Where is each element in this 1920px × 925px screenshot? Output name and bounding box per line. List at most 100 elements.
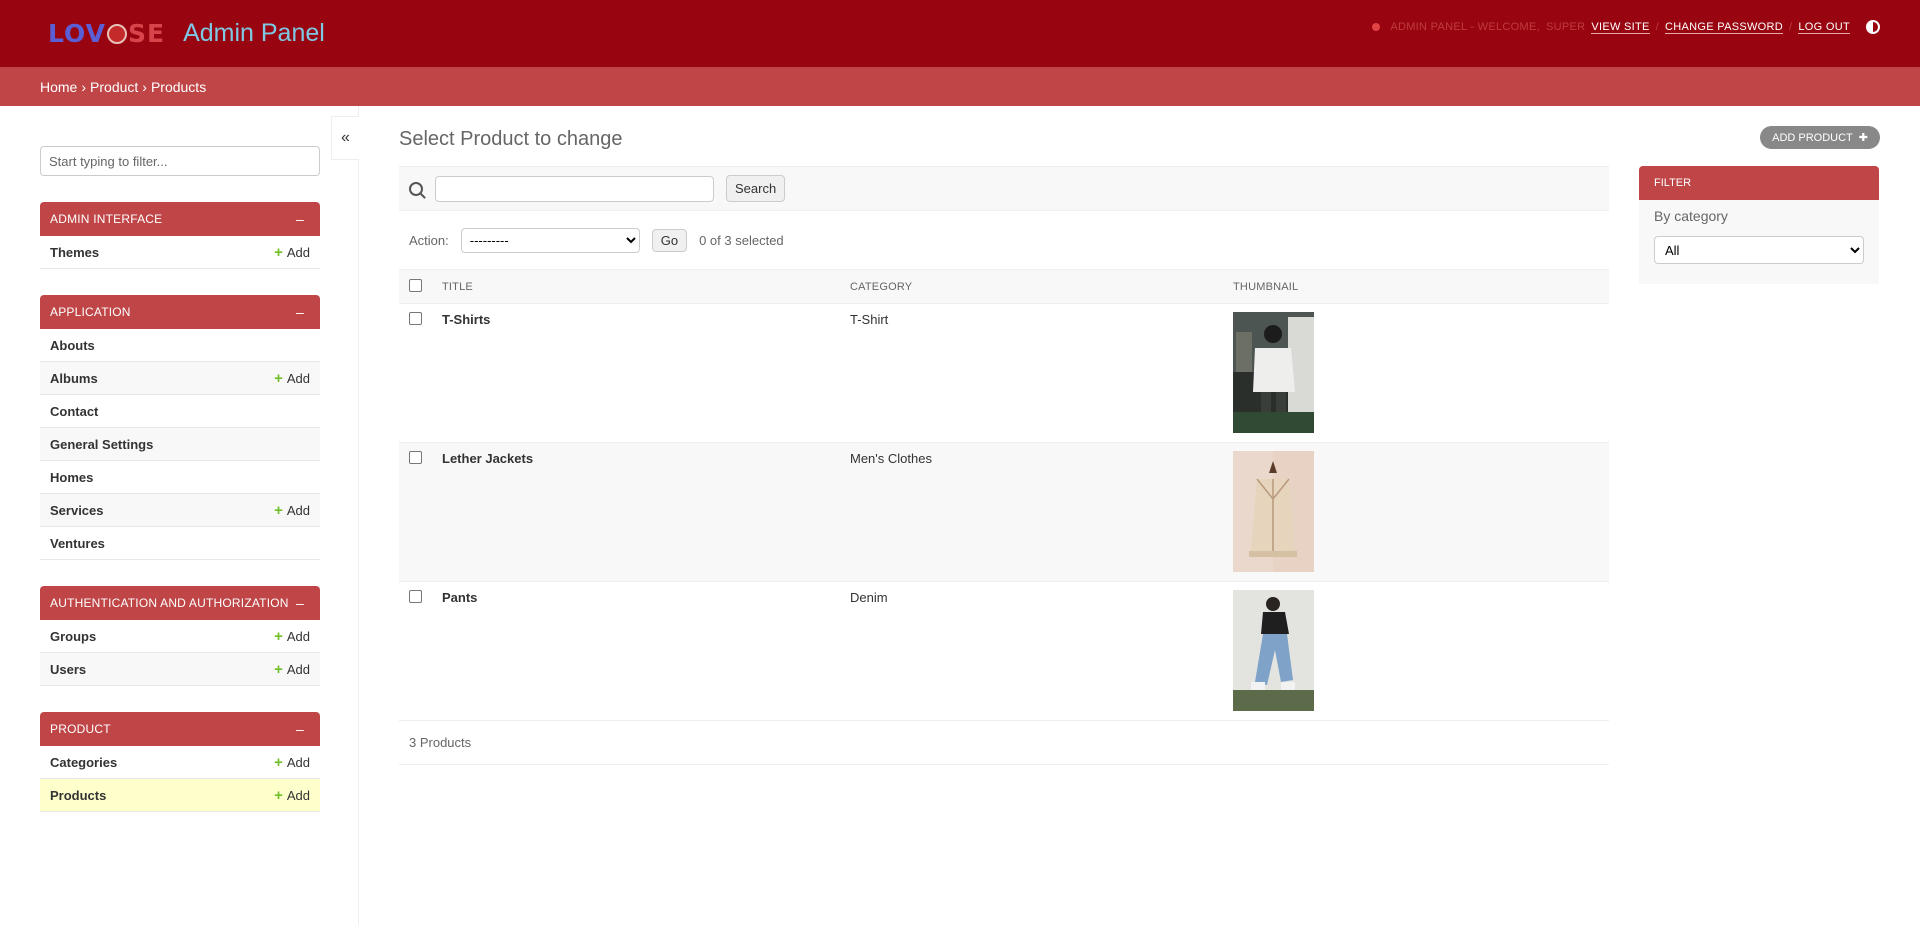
app-caption[interactable]: ADMIN INTERFACE – [40,202,320,236]
sidebar-item-link[interactable]: Groups [50,629,96,644]
collapse-icon[interactable]: – [296,595,304,611]
toggle-sidebar-button[interactable]: « [331,116,359,160]
column-header-title[interactable]: TITLE [432,269,840,304]
sidebar-item-link[interactable]: General Settings [50,437,153,452]
sidebar-item-link[interactable]: Contact [50,404,98,419]
sidebar-item-link[interactable]: Abouts [50,338,95,353]
action-label: Action: [409,232,449,248]
add-link-label: Add [286,661,310,677]
go-button[interactable]: Go [651,228,688,252]
app-caption-label: APPLICATION [50,305,131,319]
add-link-label: Add [286,244,310,260]
breadcrumb-home[interactable]: Home [40,79,77,95]
brand-logo[interactable]: LOV SE [48,19,165,48]
separator: / [1789,21,1793,33]
product-title-link[interactable]: Pants [442,590,477,605]
sidebar-item-link[interactable]: Themes [50,245,99,260]
table-row: T-Shirts T-Shirt [399,303,1609,443]
plus-icon: + [274,369,283,387]
log-out-link[interactable]: LOG OUT [1798,21,1850,34]
sidebar-item-link[interactable]: Services [50,503,104,518]
search-icon [409,181,423,196]
user-tools: ADMIN PANEL - WELCOME, SUPER VIEW SITE /… [1372,20,1880,34]
row-select-cell [399,303,432,443]
collapse-icon[interactable]: – [296,211,304,227]
branding[interactable]: LOV SE Admin Panel [48,19,325,48]
paginator: 3 Products [399,721,1609,765]
change-password-link[interactable]: CHANGE PASSWORD [1665,21,1784,34]
filter-by-category-label: By category [1654,208,1728,224]
row-checkbox[interactable] [409,590,422,603]
content: Select Product to change ADD PRODUCT ✚ S… [359,106,1920,925]
breadcrumb-product[interactable]: Product [90,79,138,95]
category-cell: Men's Clothes [840,442,1223,582]
add-link[interactable]: + Add [274,788,310,803]
filter-heading: FILTER [1639,166,1879,200]
add-link[interactable]: + Add [274,629,310,644]
sidebar-item-link[interactable]: Users [50,662,86,677]
app-caption-label: ADMIN INTERFACE [50,212,163,226]
row-checkbox[interactable] [409,451,422,464]
column-header-thumbnail: THUMBNAIL [1223,269,1609,304]
column-header-category[interactable]: CATEGORY [840,269,1223,304]
status-dot-icon [1372,23,1381,31]
sidebar-item: Groups + Add [40,620,320,653]
sidebar-item-link[interactable]: Categories [50,755,117,770]
app-module: AUTHENTICATION AND AUTHORIZATION – Groups +… [40,586,320,686]
search-button[interactable]: Search [726,175,786,202]
app-module: ADMIN INTERFACE – Themes + Add [40,202,320,269]
add-link[interactable]: + Add [274,755,310,770]
product-thumbnail[interactable] [1233,312,1314,433]
site-header: LOV SE Admin Panel ADMIN PANEL - WELCOME,… [0,0,1920,67]
app-caption[interactable]: AUTHENTICATION AND AUTHORIZATION – [40,586,320,620]
product-thumbnail[interactable] [1233,590,1314,711]
plus-icon: + [274,753,283,771]
nav-filter-input[interactable] [40,146,320,176]
category-filter-select[interactable]: All [1654,236,1864,264]
search-input[interactable] [435,175,714,202]
title-cell: Pants [432,581,840,721]
app-caption-label: AUTHENTICATION AND AUTHORIZATION [50,596,289,610]
add-link[interactable]: + Add [274,245,310,260]
add-link[interactable]: + Add [274,662,310,677]
collapse-icon[interactable]: – [296,304,304,320]
category-cell: T-Shirt [840,303,1223,443]
table-row: Lether Jackets Men's Clothes [399,442,1609,582]
app-caption[interactable]: PRODUCT – [40,712,320,746]
sidebar-item: General Settings [40,428,320,461]
thumbnail-cell [1223,581,1609,721]
row-checkbox[interactable] [409,312,422,325]
select-all-checkbox[interactable] [409,278,422,292]
title-cell: Lether Jackets [432,442,840,582]
add-product-button[interactable]: ADD PRODUCT ✚ [1760,126,1880,149]
site-name[interactable]: Admin Panel [183,19,325,48]
app-module: APPLICATION – Abouts Albums + Add Contact Gener… [40,295,320,560]
sidebar-item-link[interactable]: Ventures [50,536,105,551]
plus-icon: + [274,660,283,678]
action-select[interactable]: --------- [460,227,640,253]
thumbnail-cell [1223,442,1609,582]
sidebar-item-link[interactable]: Homes [50,470,93,485]
contrast-icon[interactable] [1866,20,1880,34]
plus-icon: + [274,786,283,804]
sidebar-item-link[interactable]: Albums [50,371,98,386]
sidebar-item: Ventures [40,527,320,560]
actions-bar: Action: --------- Go 0 of 3 selected [399,211,1609,269]
product-thumbnail[interactable] [1233,451,1314,572]
nav-sidebar: ADMIN INTERFACE–Themes+AddAPPLICATION–Ab… [0,106,359,925]
plus-icon: ✚ [1858,132,1868,144]
add-product-label: ADD PRODUCT [1772,131,1853,144]
sidebar-item: Services + Add [40,494,320,527]
sidebar-item-link[interactable]: Products [50,788,106,803]
app-module: PRODUCT – Categories + Add Products + Add [40,712,320,812]
product-title-link[interactable]: T-Shirts [442,312,490,327]
product-title-link[interactable]: Lether Jackets [442,451,533,466]
add-link[interactable]: + Add [274,371,310,386]
sidebar-item: Users + Add [40,653,320,686]
add-link[interactable]: + Add [274,503,310,518]
add-link-label: Add [286,787,310,803]
collapse-icon[interactable]: – [296,721,304,737]
page-title: Select Product to change [399,128,623,150]
view-site-link[interactable]: VIEW SITE [1591,21,1650,34]
app-caption[interactable]: APPLICATION – [40,295,320,329]
